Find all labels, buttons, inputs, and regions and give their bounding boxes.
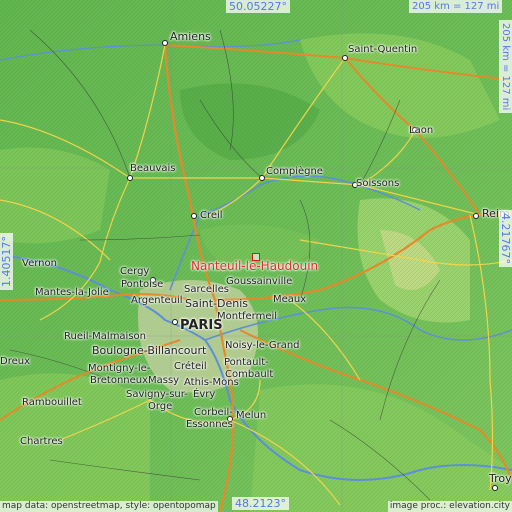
- paris-dot: [172, 319, 178, 325]
- label-argenteuil[interactable]: Argenteuil: [131, 295, 183, 307]
- label-pontault[interactable]: Pontault-: [224, 357, 269, 369]
- label-vernon[interactable]: Vernon: [22, 258, 57, 270]
- label-meaux[interactable]: Meaux: [273, 294, 306, 306]
- label-creteil[interactable]: Créteil: [174, 361, 207, 373]
- beauvais-dot: [127, 175, 133, 181]
- top-latitude: 50.05227°: [226, 0, 290, 13]
- label-essonnes[interactable]: Essonnes: [186, 419, 233, 431]
- right-longitude: 4.21767°: [499, 210, 512, 267]
- label-cergy[interactable]: Cergy: [120, 266, 149, 278]
- label-rambouillet[interactable]: Rambouillet: [22, 397, 82, 409]
- left-longitude: 1.40517°: [0, 233, 13, 290]
- scale-vertical: 205 km = 127 mi: [499, 20, 512, 114]
- label-dreux[interactable]: Dreux: [0, 356, 30, 368]
- label-montfermeil[interactable]: Montfermeil: [217, 311, 277, 323]
- label-goussainville[interactable]: Goussainville: [226, 276, 292, 288]
- label-corbeil[interactable]: Corbeil-: [194, 407, 233, 419]
- compiegne-dot: [259, 175, 265, 181]
- label-saint-denis[interactable]: Saint-Denis: [185, 298, 248, 310]
- label-melun[interactable]: Melun: [236, 410, 266, 422]
- label-pontoise[interactable]: Pontoise: [121, 279, 163, 291]
- label-bretonneux[interactable]: Bretonneux: [90, 375, 148, 387]
- label-boulogne[interactable]: Boulogne-Billancourt: [92, 345, 206, 357]
- label-savigny[interactable]: Savigny-sur-: [126, 389, 188, 401]
- map-credit: map data: openstreetmap, style: opentopo…: [0, 501, 218, 512]
- creil-dot: [191, 213, 197, 219]
- label-sarcelles[interactable]: Sarcelles: [184, 284, 229, 296]
- label-creil[interactable]: Creil: [200, 210, 223, 222]
- label-montigny[interactable]: Montigny-le-: [88, 363, 150, 375]
- label-amiens[interactable]: Amiens: [170, 31, 211, 43]
- map-view[interactable]: Amiens Saint-Quentin Laon Beauvais Compi…: [0, 0, 512, 512]
- label-orge[interactable]: Orge: [148, 401, 172, 413]
- label-saint-quentin[interactable]: Saint-Quentin: [348, 44, 417, 56]
- label-highlight-town[interactable]: Nanteuil-le-Haudouin: [191, 260, 318, 272]
- reims-dot: [473, 213, 479, 219]
- amiens-dot: [162, 40, 168, 46]
- processing-credit: image proc.: elevation.city: [387, 501, 512, 512]
- label-noisy[interactable]: Noisy-le-Grand: [225, 340, 300, 352]
- label-mantes[interactable]: Mantes-la-Jolie: [35, 287, 109, 299]
- label-athis[interactable]: Athis-Mons: [184, 377, 239, 389]
- label-soissons[interactable]: Soissons: [356, 178, 399, 190]
- bottom-latitude: 48.2123°: [232, 497, 289, 510]
- label-rueil[interactable]: Rueil-Malmaison: [64, 331, 146, 343]
- label-massy[interactable]: Massy: [148, 375, 179, 387]
- scale-horizontal: 205 km = 127 mi: [409, 0, 503, 13]
- label-troyes[interactable]: Troy: [489, 473, 512, 485]
- troyes-dot: [492, 485, 498, 491]
- label-evry[interactable]: Évry: [193, 389, 215, 401]
- label-laon[interactable]: Laon: [409, 125, 433, 137]
- label-chartres[interactable]: Chartres: [20, 436, 63, 448]
- label-beauvais[interactable]: Beauvais: [130, 163, 176, 175]
- label-compiegne[interactable]: Compiègne: [266, 166, 323, 178]
- label-paris[interactable]: PARIS: [180, 319, 223, 332]
